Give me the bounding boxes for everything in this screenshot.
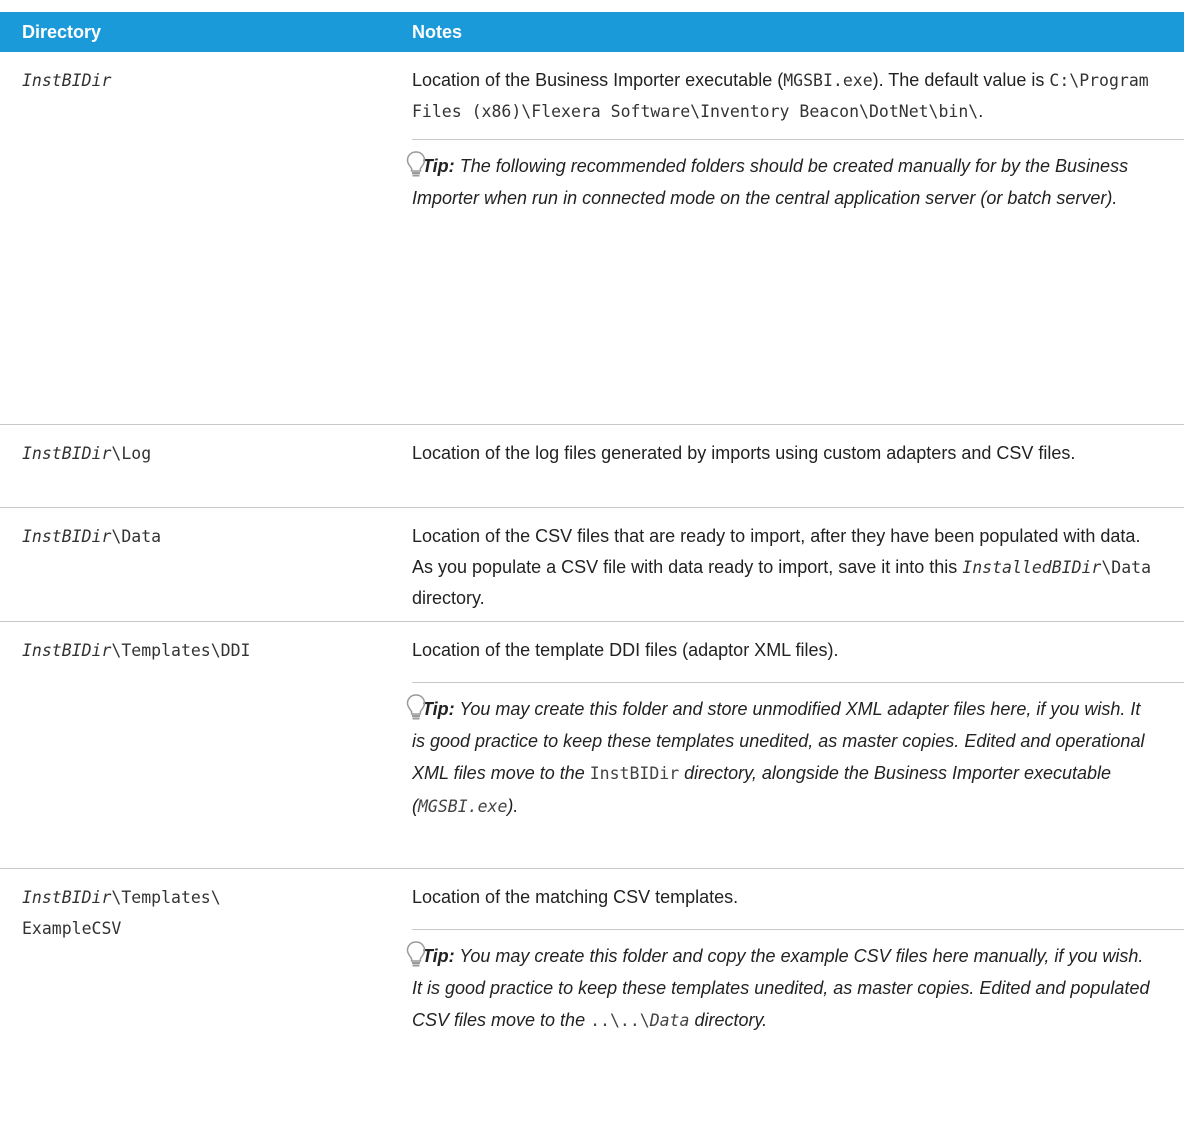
tip-label: Tip:: [422, 946, 455, 966]
dir-variable: InstBIDir: [22, 641, 112, 660]
table-header: Directory Notes: [0, 12, 1184, 52]
notes-cell: Location of the CSV files that are ready…: [390, 508, 1184, 621]
header-directory: Directory: [22, 21, 102, 42]
note-text: Location of the log files generated by i…: [412, 443, 1076, 463]
dir-variable: InstBIDir: [22, 71, 112, 90]
dir-variable: InstBIDir: [22, 527, 112, 546]
tip-box: Tip: You may create this folder and copy…: [406, 929, 1184, 1037]
code-snippet: InstalledBIDir: [962, 558, 1102, 577]
directory-cell: InstBIDir\Log: [0, 425, 390, 507]
directory-cell: InstBIDir\Data: [0, 508, 390, 621]
directory-cell: InstBIDir: [0, 52, 390, 424]
dir-suffix: \Data: [111, 527, 162, 546]
table-row: InstBIDir\Templates\DDI Location of the …: [0, 622, 1184, 869]
note-text: Location of the Business Importer execut…: [412, 70, 1149, 121]
code-snippet: ..\..\: [590, 1011, 650, 1030]
lightbulb-icon: [406, 941, 426, 967]
table-row: InstBIDir Location of the Business Impor…: [0, 52, 1184, 425]
directory-cell: InstBIDir\Templates\ ExampleCSV: [0, 869, 390, 1139]
dir-suffix: \Log: [111, 444, 152, 463]
directory-cell: InstBIDir\Templates\DDI: [0, 622, 390, 868]
note-text: Location of the template DDI files (adap…: [412, 640, 839, 660]
table-row: InstBIDir\Templates\ ExampleCSV Location…: [0, 869, 1184, 1139]
code-snippet: \Data: [1101, 558, 1152, 577]
dir-variable: InstBIDir: [22, 888, 112, 907]
lightbulb-icon: [406, 694, 426, 720]
note-text: Location of the matching CSV templates.: [412, 887, 739, 907]
dir-variable: InstBIDir: [22, 444, 112, 463]
table-row: InstBIDir\Log Location of the log files …: [0, 425, 1184, 508]
dir-suffix-line2: ExampleCSV: [22, 919, 122, 938]
dir-suffix: \Templates\: [111, 888, 221, 907]
notes-cell: Location of the Business Importer execut…: [390, 52, 1184, 424]
note-text: Location of the CSV files that are ready…: [412, 526, 1152, 608]
header-notes: Notes: [412, 21, 463, 42]
tip-label: Tip:: [422, 699, 455, 719]
code-snippet: Data: [649, 1011, 690, 1030]
lightbulb-icon: [406, 151, 426, 177]
code-snippet: MGSBI.exe: [418, 797, 508, 816]
notes-cell: Location of the matching CSV templates. …: [390, 869, 1184, 1139]
tip-box: Tip: The following recommended folders s…: [406, 139, 1184, 214]
notes-cell: Location of the template DDI files (adap…: [390, 622, 1184, 868]
code-snippet: MGSBI.exe: [783, 71, 873, 90]
code-snippet: InstBIDir: [589, 764, 680, 783]
directory-table: Directory Notes InstBIDir Location of th…: [0, 12, 1184, 1139]
dir-suffix: \Templates\DDI: [111, 641, 251, 660]
tip-text: Tip: You may create this folder and stor…: [412, 699, 1145, 816]
table-row: InstBIDir\Data Location of the CSV files…: [0, 508, 1184, 622]
notes-cell: Location of the log files generated by i…: [390, 425, 1184, 507]
tip-label: Tip:: [422, 156, 455, 176]
tip-text: Tip: The following recommended folders s…: [412, 156, 1129, 208]
tip-box: Tip: You may create this folder and stor…: [406, 682, 1184, 823]
tip-text: Tip: You may create this folder and copy…: [412, 946, 1150, 1030]
